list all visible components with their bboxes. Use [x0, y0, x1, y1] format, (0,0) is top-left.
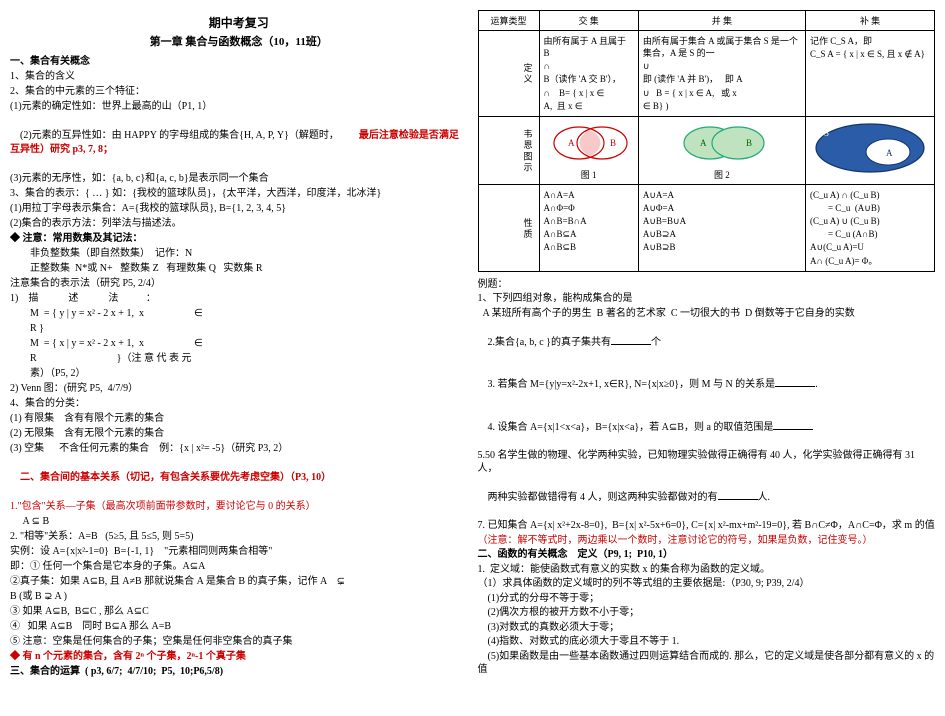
text-line: (2) 无限集 含有无限个元素的集合 — [10, 427, 468, 441]
examples-heading: 例题： — [478, 278, 936, 292]
text-line: ④ 如果 A⊆B 同时 B⊆A 那么 A=B — [10, 620, 468, 634]
venn-complement-icon: S A — [810, 120, 930, 176]
q5: 5.50 名学生做的物理、化学两种实验，已知物理实验做得正确得有 40 人，化学… — [478, 449, 936, 476]
text-line: (3)元素的无序性，如：{a, b, c}和{a, c, b}是表示同一个集合 — [10, 172, 468, 186]
cell-comp-prop: (C_u A) ∩ (C_u B) = C_u (A∪B) (C_u A) ∪ … — [805, 184, 934, 271]
cell-cup-def: 由所有属于集合 A 或属于集合 S 是一个集合，A 是 S 的一 ∪ 即 (读作… — [638, 31, 805, 117]
set-operations-table: 运算类型 交 集 并 集 补 集 定 义 由所有属于 A 且属于 B ∩ B（读… — [478, 10, 936, 272]
note-line: 注意：常用数集及其记法： — [10, 232, 468, 246]
q7-note: （注意：解不等式时，两边乘以一个数时，注意讨论它的符号，如果是负数，记住变号。） — [478, 534, 936, 548]
text-line: (1)用拉丁字母表示集合：A={我校的篮球队员}, B={1, 2, 3, 4,… — [10, 202, 468, 216]
text-line: 4、集合的分类： — [10, 397, 468, 411]
formula-line: M = { x | y = x² - 2 x + 1, x ∈ — [10, 337, 468, 351]
blank-field[interactable] — [718, 490, 758, 500]
th-union: 并 集 — [638, 11, 805, 31]
page-subtitle: 第一章 集合与函数概念（10，11班） — [10, 33, 468, 49]
q7: 7. 已知集合 A={x| x²+2x-8=0}, B={x| x²-5x+6=… — [478, 519, 936, 533]
formula-line: R } — [10, 322, 468, 336]
q1: 1、下列四组对象，能构成集合的是 — [478, 292, 936, 306]
svg-text:B: B — [746, 138, 752, 148]
svg-text:A: A — [568, 138, 575, 148]
venn-intersection-icon: A B — [544, 120, 634, 166]
section-2-heading: 二、集合间的基本关系（切记，有包含关系要优先考虑空集）（P3, 10） — [10, 457, 468, 499]
th-op: 运算类型 — [478, 11, 539, 31]
text-line: (5)如果函数是由一些基本函数通过四则运算结合而成的. 那么，它的定义域是使各部… — [478, 650, 936, 677]
venn-union: A B 图 2 — [638, 116, 805, 184]
row-property: 性 质 — [478, 184, 539, 271]
text-line: 实例：设 A={x|x²-1=0} B={-1, 1} "元素相同则两集合相等" — [10, 545, 468, 559]
key-formula: 有 n 个元素的集合，含有 2ⁿ 个子集，2ⁿ-1 个真子集 — [10, 650, 468, 664]
text-line: B (或 B ⊋ A ) — [10, 590, 468, 604]
row-def: 定 义 — [478, 31, 539, 117]
text-line: (2)集合的表示方法：列举法与描述法。 — [10, 217, 468, 231]
text-line: 即：① 任何一个集合是它本身的子集。A⊆A — [10, 560, 468, 574]
formula-line: R }（注 意 代 表 元 — [10, 352, 468, 366]
text-line: ②真子集：如果 A⊆B, 且 A≠B 那就说集合 A 是集合 B 的真子集，记作… — [10, 575, 468, 589]
th-complement: 补 集 — [805, 11, 934, 31]
venn-complement: S A — [805, 116, 934, 184]
venn-intersection: A B 图 1 — [539, 116, 638, 184]
q2: 2.集合{a, b, c }的真子集共有个 — [478, 321, 936, 363]
text-line: (2)偶次方根的被开方数不小于零； — [478, 606, 936, 620]
text-line: 非负整数集（即自然数集） 记作：N — [10, 247, 468, 261]
blank-field[interactable] — [775, 377, 815, 387]
text-line: 正整数集 N*或 N+ 整数集 Z 有理数集 Q 实数集 R — [10, 262, 468, 276]
text-line: 1、集合的含义 — [10, 70, 468, 84]
text-line: （1）求具体函数的定义域时的列不等式组的主要依据是:（P30, 9; P39, … — [478, 577, 936, 591]
venn-union-icon: A B — [672, 120, 772, 166]
text-line: 2. "相等"关系：A=B (5≥5, 且 5≤5, 则 5=5) — [10, 530, 468, 544]
text-line: (2)元素的互异性如：由 HAPPY 的字母组成的集合{H, A, P, Y}（… — [10, 115, 468, 171]
text-line: ③ 如果 A⊆B, B⊆C , 那么 A⊆C — [10, 605, 468, 619]
text-line: (4)指数、对数式的底必须大于零且不等于 1. — [478, 635, 936, 649]
svg-text:S: S — [824, 128, 829, 138]
section-3-heading: 三、集合的运算 ( p3, 6/7; 4/7/10; P5, 10;P6,5/8… — [10, 665, 468, 679]
text-line: 注意集合的表示法（研究 P5, 2/4） — [10, 277, 468, 291]
th-intersection: 交 集 — [539, 11, 638, 31]
cell-cap-prop: A∩A=A A∩Φ=Φ A∩B=B∩A A∩B⊆A A∩B⊆B — [539, 184, 638, 271]
svg-text:A: A — [700, 138, 707, 148]
text-line: 3、集合的表示：{ … } 如：{我校的篮球队员}，{太平洋，大西洋，印度洋，北… — [10, 187, 468, 201]
text-line: ⑤ 注意：空集是任何集合的子集；空集是任何非空集合的真子集 — [10, 635, 468, 649]
text-line: (3) 空集 不含任何元素的集合 例：{x | x²= -5}（研究 P3, 2… — [10, 442, 468, 456]
text-line: (1) 有限集 含有有限个元素的集合 — [10, 412, 468, 426]
left-column: 期中考复习 第一章 集合与函数概念（10，11班） 一、集合有关概念 1、集合的… — [10, 10, 468, 658]
blank-field[interactable] — [611, 335, 651, 345]
text-line: 1) 描 述 法 ： — [10, 292, 468, 306]
q4: 4. 设集合 A={x|1<x<a}，B={x|x<a}，若 A⊆B，则 a 的… — [478, 406, 936, 448]
q1-options: A 某班所有高个子的男生 B 著名的艺术家 C 一切很大的书 D 倒数等于它自身… — [478, 307, 936, 321]
text-line: 2、集合的中元素的三个特征： — [10, 85, 468, 99]
text-line: (1)分式的分母不等于零； — [478, 592, 936, 606]
text-line: (3)对数式的真数必须大于零； — [478, 621, 936, 635]
text-line: 1. 定义域：能使函数式有意义的实数 x 的集合称为函数的定义域。 — [478, 563, 936, 577]
text-line: 2) Venn 图：(研究 P5, 4/7/9） — [10, 382, 468, 396]
q3: 3. 若集合 M={y|y=x²-2x+1, x∈R}, N={x|x≥0}，则… — [478, 364, 936, 406]
page-title: 期中考复习 — [10, 14, 468, 31]
cell-cap-def: 由所有属于 A 且属于 B ∩ B（读作 'A 交 B'）， ∩ B= { x … — [539, 31, 638, 117]
text-line: A ⊆ B — [10, 515, 468, 529]
section-functions-heading: 二、函数的有关概念 定义（P9, 1; P10, 1） — [478, 548, 936, 562]
q5b: 两种实验都做错得有 4 人，则这两种实验都做对的有人. — [478, 477, 936, 519]
blank-field[interactable] — [773, 420, 813, 430]
section-1-heading: 一、集合有关概念 — [10, 55, 468, 69]
row-venn: 韦 恩 图 示 — [478, 116, 539, 184]
cell-cup-prop: A∪A=A A∪Φ=A A∪B=B∪A A∪B⊇A A∪B⊇B — [638, 184, 805, 271]
right-column: 运算类型 交 集 并 集 补 集 定 义 由所有属于 A 且属于 B ∩ B（读… — [478, 10, 936, 658]
formula-line: 素）（P5, 2） — [10, 367, 468, 381]
svg-text:B: B — [610, 138, 616, 148]
text-line: 1."包含"关系—子集（最高次项前面带参数时，要讨论它与 0 的关系） — [10, 500, 468, 514]
cell-comp-def: 记作 C_S A，即 C_S A = { x | x ∈ S, 且 x ∉ A} — [805, 31, 934, 117]
svg-text:A: A — [886, 148, 893, 158]
formula-line: M = { y | y = x² - 2 x + 1, x ∈ — [10, 307, 468, 321]
text-line: (1)元素的确定性如：世界上最高的山（P1, 1） — [10, 100, 468, 114]
